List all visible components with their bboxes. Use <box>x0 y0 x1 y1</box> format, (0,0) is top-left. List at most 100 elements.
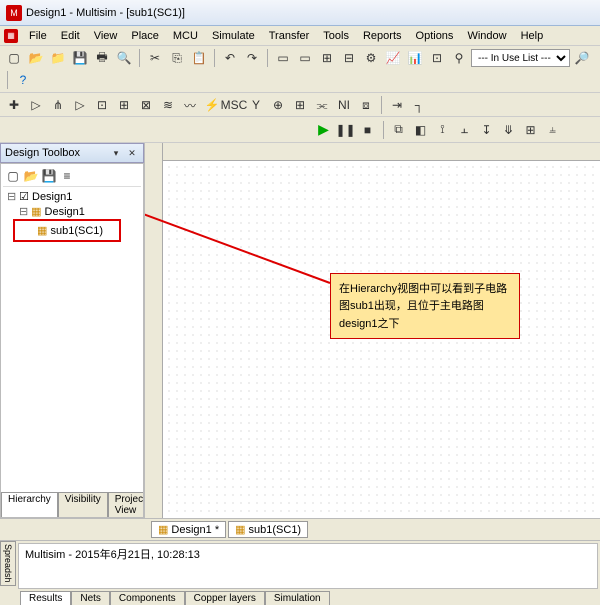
conn-icon[interactable]: ⫘ <box>312 95 332 115</box>
open-design-icon[interactable]: 📂 <box>23 168 39 184</box>
bus-icon[interactable]: ⇥ <box>387 95 407 115</box>
ic-icon[interactable]: ▭ <box>273 48 293 68</box>
probe-icon[interactable]: ⟟ <box>433 120 453 140</box>
ttl-icon[interactable]: ⊡ <box>92 95 112 115</box>
rf-icon[interactable]: Y <box>246 95 266 115</box>
menu-help[interactable]: Help <box>514 28 551 44</box>
undo-icon[interactable]: ↶ <box>220 48 240 68</box>
close-panel-icon[interactable]: ✕ <box>125 146 139 160</box>
tab-visibility[interactable]: Visibility <box>58 492 108 517</box>
tree-root[interactable]: ⊟ ☑ Design1 <box>5 189 139 204</box>
report-icon[interactable]: 📊 <box>405 48 425 68</box>
graph-icon[interactable]: 📈 <box>383 48 403 68</box>
panel-title-bar: Design Toolbox ▾ ✕ <box>0 143 144 163</box>
redo-icon[interactable]: ↷ <box>242 48 262 68</box>
status-message: Multisim - 2015年6月21日, 10:28:13 <box>18 543 598 589</box>
print-icon[interactable]: 🖶 <box>92 48 112 68</box>
ic2-icon[interactable]: ▭ <box>295 48 315 68</box>
save-design-icon[interactable]: 💾 <box>41 168 57 184</box>
zoom-icon[interactable]: 🔎 <box>572 48 592 68</box>
comp-icon[interactable]: ⊡ <box>427 48 447 68</box>
list-icon[interactable]: ≡ <box>59 168 75 184</box>
trans-icon[interactable]: ⋔ <box>48 95 68 115</box>
diode-icon[interactable]: ▷ <box>26 95 46 115</box>
tab-nets[interactable]: Nets <box>71 591 110 605</box>
menu-tools[interactable]: Tools <box>316 28 356 44</box>
misc2-icon[interactable]: MSC <box>224 95 244 115</box>
toolbar-2: ✚ ▷ ⋔ ▷ ⊡ ⊞ ⊠ ≋ 〰 ⚡ MSC Y ⊕ ⊞ ⫘ NI ⧈ ⇥ ┐ <box>0 93 600 117</box>
pause-icon[interactable]: ❚❚ <box>336 120 356 140</box>
toolbox-toolbar: ▢ 📂 💾 ≡ <box>3 166 141 187</box>
preview-icon[interactable]: 🔍 <box>114 48 134 68</box>
paste-icon[interactable]: 📋 <box>189 48 209 68</box>
separator <box>7 71 8 89</box>
spreadsheet-vtab[interactable]: Spreadsh <box>0 541 16 586</box>
pin-icon[interactable]: ▾ <box>109 146 123 160</box>
tab-results[interactable]: Results <box>20 591 71 605</box>
elec-icon[interactable]: ⊕ <box>268 95 288 115</box>
tab-project-view[interactable]: Project View <box>108 492 144 517</box>
power-icon[interactable]: ⚡ <box>202 95 222 115</box>
menu-file[interactable]: File <box>22 28 54 44</box>
toolbox-tabs: Hierarchy Visibility Project View <box>1 492 143 517</box>
menu-mcu[interactable]: MCU <box>166 28 205 44</box>
run-icon[interactable]: ▶ <box>314 120 334 140</box>
tab-components[interactable]: Components <box>110 591 185 605</box>
net-icon[interactable]: ⊞ <box>317 48 337 68</box>
step-icon[interactable]: ⧉ <box>389 120 409 140</box>
menu-window[interactable]: Window <box>460 28 513 44</box>
save-icon[interactable]: 💾 <box>70 48 90 68</box>
open-icon[interactable]: 📂 <box>26 48 46 68</box>
hier-icon[interactable]: ┐ <box>409 95 429 115</box>
menu-simulate[interactable]: Simulate <box>205 28 262 44</box>
menu-transfer[interactable]: Transfer <box>262 28 317 44</box>
misc-icon[interactable]: ⊠ <box>136 95 156 115</box>
ni-icon[interactable]: NI <box>334 95 354 115</box>
new-design-icon[interactable]: ▢ <box>5 168 21 184</box>
db-icon[interactable]: ⊟ <box>339 48 359 68</box>
sim-icon[interactable]: ⚙ <box>361 48 381 68</box>
doc-icon: ▦ <box>4 29 18 43</box>
place-comp-icon[interactable]: ✚ <box>4 95 24 115</box>
collapse-icon[interactable]: ⊟ <box>7 190 16 203</box>
new-icon[interactable]: ▢ <box>4 48 24 68</box>
subcircuit-icon: ▦ <box>37 225 47 237</box>
ind-icon[interactable]: 〰 <box>180 95 200 115</box>
tree-leaf[interactable]: ▦ sub1(SC1) <box>17 223 105 238</box>
cut-icon[interactable]: ✂ <box>145 48 165 68</box>
folder-icon: ☑ <box>19 191 29 203</box>
tab-hierarchy[interactable]: Hierarchy <box>1 492 58 517</box>
tree-child[interactable]: ⊟ ▦ Design1 <box>5 204 139 219</box>
open2-icon[interactable]: 📁 <box>48 48 68 68</box>
opamp-icon[interactable]: ▷ <box>70 95 90 115</box>
menu-reports[interactable]: Reports <box>356 28 409 44</box>
cmos-icon[interactable]: ⊞ <box>114 95 134 115</box>
spreadsheet-view: Spreadsh Multisim - 2015年6月21日, 10:28:13… <box>0 540 600 605</box>
probe2-icon[interactable]: ⫠ <box>455 120 475 140</box>
menu-view[interactable]: View <box>87 28 125 44</box>
menu-edit[interactable]: Edit <box>54 28 87 44</box>
mcu-icon[interactable]: ⧈ <box>356 95 376 115</box>
tab-copper[interactable]: Copper layers <box>185 591 265 605</box>
design-toolbox-panel: Design Toolbox ▾ ✕ ▢ 📂 💾 ≡ ⊟ ☑ Design1 <box>0 143 145 518</box>
help-icon[interactable]: ? <box>13 70 33 90</box>
ladder-icon[interactable]: ⊞ <box>290 95 310 115</box>
find-icon[interactable]: ⚲ <box>449 48 469 68</box>
marker-icon[interactable]: ↧ <box>477 120 497 140</box>
schematic-canvas[interactable]: 在Hierarchy视图中可以看到子电路图sub1出现，且位于主电路图desig… <box>145 143 600 518</box>
copy-icon[interactable]: ⎘ <box>167 48 187 68</box>
use-list-dropdown[interactable]: --- In Use List --- <box>471 49 570 67</box>
separator <box>267 49 268 67</box>
stop-icon[interactable]: ■ <box>358 120 378 140</box>
post-icon[interactable]: ⫨ <box>543 120 563 140</box>
collapse-icon[interactable]: ⊟ <box>19 205 28 218</box>
menu-options[interactable]: Options <box>409 28 461 44</box>
menu-place[interactable]: Place <box>124 28 166 44</box>
toolbar-1: ▢ 📂 📁 💾 🖶 🔍 ✂ ⎘ 📋 ↶ ↷ ▭ ▭ ⊞ ⊟ ⚙ 📈 📊 ⊡ ⚲ … <box>0 46 600 93</box>
mixed-icon[interactable]: ≋ <box>158 95 178 115</box>
interactive-icon[interactable]: ◧ <box>411 120 431 140</box>
marker2-icon[interactable]: ⤋ <box>499 120 519 140</box>
tab-simulation[interactable]: Simulation <box>265 591 330 605</box>
analysis-icon[interactable]: ⊞ <box>521 120 541 140</box>
callout-text: 在Hierarchy视图中可以看到子电路图sub1出现，且位于主电路图desig… <box>339 283 507 330</box>
